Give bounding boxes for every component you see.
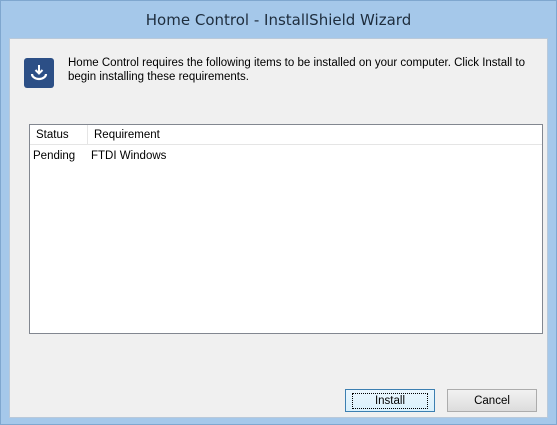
installer-window: Home Control - InstallShield Wizard Home…	[0, 0, 557, 425]
window-title-bar[interactable]: Home Control - InstallShield Wizard	[1, 1, 556, 38]
installer-icon	[24, 58, 54, 88]
window-title: Home Control - InstallShield Wizard	[145, 10, 412, 29]
item-requirement: FTDI Windows	[91, 149, 167, 162]
dialog-body: Home Control requires the following item…	[9, 38, 548, 418]
list-header: Status Requirement	[30, 125, 542, 145]
cancel-button[interactable]: Cancel	[447, 389, 537, 412]
install-button[interactable]: Install	[345, 389, 435, 412]
column-header-requirement[interactable]: Requirement	[88, 125, 160, 144]
dialog-header: Home Control requires the following item…	[10, 39, 547, 109]
item-status: Pending	[33, 149, 76, 162]
install-button-label: Install	[351, 392, 429, 409]
intro-message: Home Control requires the following item…	[68, 57, 526, 83]
column-header-status[interactable]: Status	[30, 125, 88, 144]
cancel-button-label: Cancel	[474, 394, 510, 407]
list-item[interactable]: Pending FTDI Windows	[30, 147, 542, 164]
requirements-list[interactable]: Status Requirement Pending FTDI Windows	[29, 124, 543, 334]
